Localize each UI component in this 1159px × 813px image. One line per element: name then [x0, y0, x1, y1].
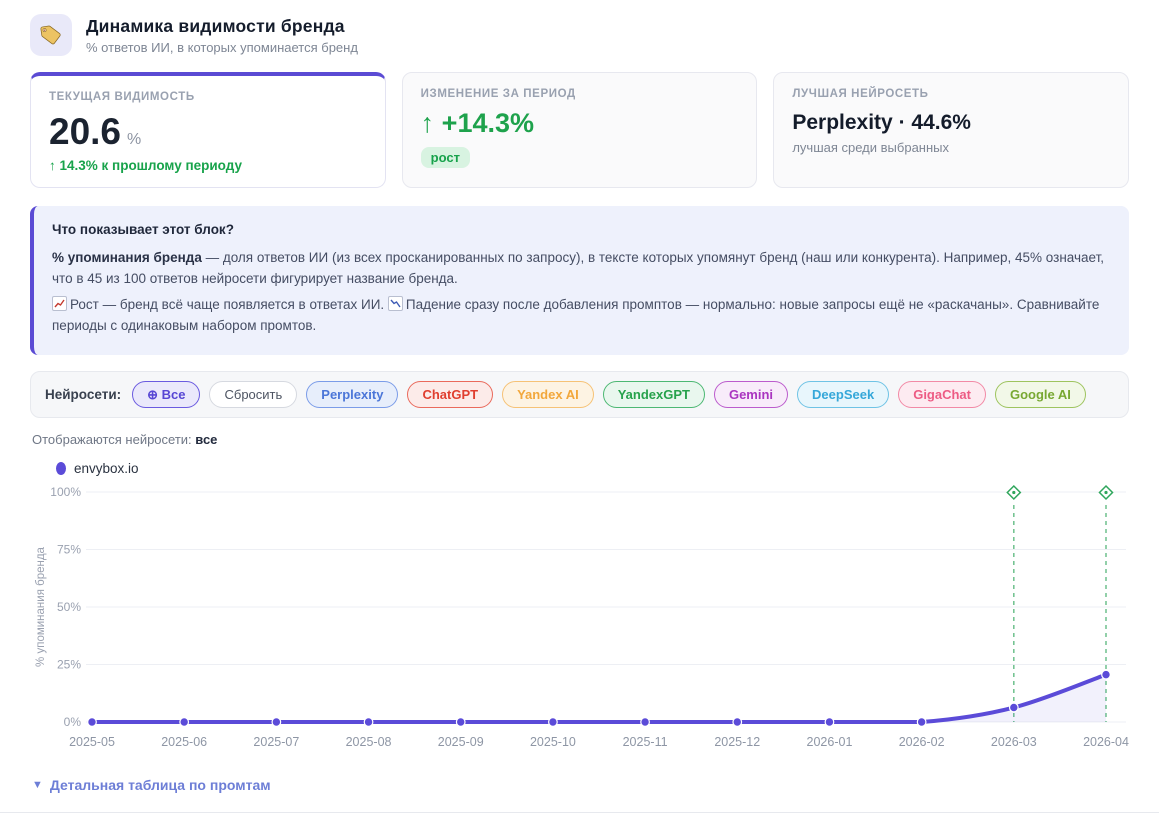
displayed-networks-prefix: Отображаются нейросети:: [32, 432, 195, 447]
current-visibility-delta: ↑ 14.3% к прошлому периоду: [49, 158, 367, 173]
chip-google-ai[interactable]: Google AI: [995, 381, 1086, 408]
series-color-dot: [56, 462, 66, 475]
info-term: % упоминания бренда: [52, 250, 202, 265]
svg-text:2025-11: 2025-11: [623, 735, 668, 749]
tag-icon: [30, 14, 72, 56]
info-paragraph-1: % упоминания бренда — доля ответов ИИ (и…: [52, 247, 1111, 290]
svg-text:2026-03: 2026-03: [991, 735, 1037, 749]
best-network-label: ЛУЧШАЯ НЕЙРОСЕТЬ: [792, 88, 1110, 100]
info-paragraph-2: Рост — бренд всё чаще появляется в ответ…: [52, 294, 1111, 337]
chip-chatgpt[interactable]: ChatGPT: [407, 381, 493, 408]
growth-badge: рост: [421, 147, 470, 168]
prompts-table-toggle-label: Детальная таблица по промтам: [50, 777, 271, 793]
info-block: Что показывает этот блок? % упоминания б…: [30, 206, 1129, 355]
current-visibility-value-row: 20.6%: [49, 113, 367, 150]
svg-text:2025-08: 2025-08: [346, 735, 392, 749]
chart-section: envybox.io 0% 25% 50% 75% 100% 2025-05 2025-06…: [30, 461, 1129, 761]
svg-text:2025-06: 2025-06: [161, 735, 207, 749]
chip-deepseek[interactable]: DeepSeek: [797, 381, 889, 408]
network-filterbar: Нейросети: ⊕ Все Сбросить Perplexity ChatGP…: [30, 371, 1129, 418]
svg-text:75%: 75%: [57, 542, 81, 556]
svg-text:2025-05: 2025-05: [69, 735, 115, 749]
prompts-table-toggle[interactable]: ▼ Детальная таблица по промтам: [32, 777, 271, 793]
chart-down-icon: [388, 296, 403, 311]
svg-text:2025-12: 2025-12: [714, 735, 760, 749]
svg-text:2025-10: 2025-10: [530, 735, 576, 749]
period-change-value: ↑ +14.3%: [421, 110, 739, 137]
displayed-networks-value: все: [195, 432, 217, 447]
chip-yandex-ai[interactable]: Yandex AI: [502, 381, 594, 408]
brand-visibility-panel: Динамика видимости бренда % ответов ИИ, …: [0, 0, 1159, 813]
filter-label: Нейросети:: [45, 387, 121, 402]
series-name: envybox.io: [74, 461, 139, 476]
svg-text:2026-02: 2026-02: [899, 735, 945, 749]
page-subtitle: % ответов ИИ, в которых упоминается брен…: [86, 40, 358, 55]
svg-text:100%: 100%: [50, 485, 81, 499]
info-growth-text: Рост — бренд всё чаще появляется в ответ…: [70, 297, 388, 312]
best-network-card: ЛУЧШАЯ НЕЙРОСЕТЬ Perplexity · 44.6% лучш…: [773, 72, 1129, 188]
page-title: Динамика видимости бренда: [86, 16, 358, 37]
info-title: Что показывает этот блок?: [52, 219, 1111, 241]
current-visibility-card: ТЕКУЩАЯ ВИДИМОСТЬ 20.6% ↑ 14.3% к прошло…: [30, 72, 386, 188]
displayed-networks-line: Отображаются нейросети: все: [32, 432, 1129, 447]
chip-yandexgpt[interactable]: YandexGPT: [603, 381, 705, 408]
period-change-card: ИЗМЕНЕНИЕ ЗА ПЕРИОД ↑ +14.3% рост: [402, 72, 758, 188]
current-visibility-unit: %: [127, 131, 141, 148]
chip-gemini[interactable]: Gemini: [714, 381, 788, 408]
header-text: Динамика видимости бренда % ответов ИИ, …: [86, 16, 358, 55]
best-network-note: лучшая среди выбранных: [792, 140, 1110, 155]
svg-text:% упоминания бренда: % упоминания бренда: [35, 546, 47, 667]
chart-legend[interactable]: envybox.io: [56, 461, 1129, 476]
svg-text:0%: 0%: [64, 715, 82, 729]
panel-header: Динамика видимости бренда % ответов ИИ, …: [30, 14, 1129, 56]
svg-text:2026-01: 2026-01: [807, 735, 853, 749]
svg-text:2025-09: 2025-09: [438, 735, 484, 749]
current-visibility-label: ТЕКУЩАЯ ВИДИМОСТЬ: [49, 91, 367, 103]
chip-reset[interactable]: Сбросить: [209, 381, 297, 408]
visibility-chart[interactable]: 0% 25% 50% 75% 100% 2025-05 2025-06 2025-07 2025…: [30, 480, 1129, 756]
info-definition: — доля ответов ИИ (из всех просканирован…: [52, 250, 1104, 287]
chart-up-icon: [52, 296, 67, 311]
stat-cards: ТЕКУЩАЯ ВИДИМОСТЬ 20.6% ↑ 14.3% к прошло…: [30, 72, 1129, 188]
best-network-value: Perplexity · 44.6%: [792, 110, 1110, 135]
svg-text:25%: 25%: [57, 657, 81, 671]
chevron-down-icon: ▼: [32, 779, 43, 791]
current-visibility-value: 20.6: [49, 113, 121, 150]
chip-gigachat[interactable]: GigaChat: [898, 381, 986, 408]
svg-text:2025-07: 2025-07: [253, 735, 299, 749]
period-change-label: ИЗМЕНЕНИЕ ЗА ПЕРИОД: [421, 88, 739, 100]
svg-text:50%: 50%: [57, 600, 81, 614]
chip-perplexity[interactable]: Perplexity: [306, 381, 398, 408]
svg-text:2026-04: 2026-04: [1083, 735, 1129, 749]
chip-all[interactable]: ⊕ Все: [132, 381, 200, 408]
